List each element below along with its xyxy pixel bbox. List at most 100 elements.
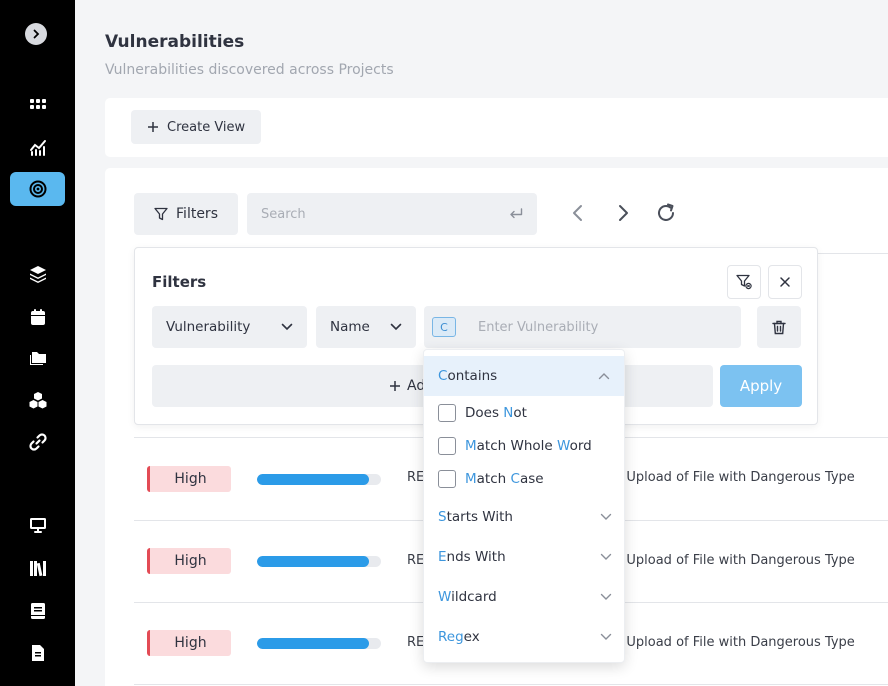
sidebar-item-vulnerabilities[interactable] <box>10 172 65 206</box>
label-text: nds With <box>446 549 506 565</box>
sidebar-item-integrations[interactable] <box>10 425 65 459</box>
checkbox-does-not[interactable]: Does Not <box>438 402 527 424</box>
checkbox[interactable] <box>438 437 456 455</box>
search-input[interactable] <box>261 206 509 222</box>
target-icon <box>29 180 46 198</box>
sidebar-item-library[interactable] <box>10 551 65 585</box>
match-option-label: Wildcard <box>438 589 497 605</box>
filters-button[interactable]: Filters <box>134 193 238 235</box>
label-rest: ontains <box>447 368 498 384</box>
filters-panel-title: Filters <box>152 273 207 291</box>
next-page-icon[interactable] <box>611 201 635 225</box>
sidebar-item-docs[interactable] <box>10 594 65 628</box>
label-highlight: Reg <box>438 629 464 645</box>
label-text: ase <box>519 471 544 487</box>
create-view-label: Create View <box>167 119 246 135</box>
label-text: ot <box>513 405 527 421</box>
match-type-dropdown: Contains Does Not Match Whole Word Match… <box>423 349 625 663</box>
close-filters-button[interactable] <box>768 265 802 299</box>
label-highlight: M <box>465 471 477 487</box>
project-name: RE <box>407 553 425 568</box>
expand-sidebar-icon[interactable] <box>25 23 47 45</box>
checkbox[interactable] <box>438 470 456 488</box>
clear-filters-button[interactable] <box>727 265 761 299</box>
severity-badge: High <box>147 548 231 574</box>
apply-button[interactable]: Apply <box>720 365 802 407</box>
label-text: atch Whole <box>476 438 558 454</box>
calendar-icon <box>30 309 45 325</box>
sidebar-item-components[interactable] <box>10 383 65 417</box>
filter-clear-icon <box>736 274 752 290</box>
label-text: tarts With <box>446 509 513 525</box>
folders-icon <box>29 352 46 365</box>
chart-icon <box>29 140 46 156</box>
link-icon <box>28 433 47 451</box>
chevron-up-icon <box>598 373 610 380</box>
previous-page-icon[interactable] <box>566 201 590 225</box>
match-option-label: Ends With <box>438 549 506 565</box>
chevron-down-icon <box>600 633 612 640</box>
sidebar-item-monitor[interactable] <box>10 508 65 542</box>
label-highlight: W <box>557 438 570 454</box>
chevron-down-icon <box>390 323 402 331</box>
sidebar-item-layers[interactable] <box>10 257 65 291</box>
vulnerability-title: ed Upload of File with Dangerous Type <box>606 470 855 485</box>
chevron-down-icon <box>600 553 612 560</box>
sidebar-item-analytics[interactable] <box>10 130 65 164</box>
risk-progress-fill <box>257 638 369 649</box>
chevron-down-icon <box>600 513 612 520</box>
match-option-label: Contains <box>438 368 497 384</box>
document-icon <box>31 645 44 661</box>
vulnerability-value-input[interactable] <box>478 319 698 335</box>
close-icon <box>780 277 790 287</box>
page-subtitle: Vulnerabilities discovered across Projec… <box>105 62 394 78</box>
risk-progress-fill <box>257 556 369 567</box>
field-select[interactable]: Vulnerability <box>152 306 307 348</box>
checkbox[interactable] <box>438 404 456 422</box>
match-option-ends-with[interactable]: Ends With <box>438 546 612 568</box>
sidebar-item-projects[interactable] <box>10 340 65 374</box>
refresh-icon[interactable] <box>654 201 678 225</box>
sidebar-item-dashboard[interactable] <box>10 87 65 121</box>
label-highlight: S <box>438 509 447 525</box>
label-highlight: E <box>438 549 447 565</box>
match-option-starts-with[interactable]: Starts With <box>438 506 612 528</box>
cubes-icon <box>29 392 46 409</box>
create-view-button[interactable]: Create View <box>131 110 262 144</box>
label-text: atch <box>476 471 511 487</box>
monitor-icon <box>29 518 46 533</box>
layers-icon <box>29 266 46 283</box>
match-option-contains[interactable]: Contains <box>424 356 624 396</box>
library-icon <box>29 561 46 577</box>
label-highlight: M <box>465 438 477 454</box>
match-option-regex[interactable]: Regex <box>438 626 612 648</box>
plus-icon <box>148 122 158 132</box>
risk-progress-fill <box>257 474 369 485</box>
row-divider <box>134 684 888 685</box>
sidebar-item-reports[interactable] <box>10 636 65 670</box>
sidebar-item-calendar[interactable] <box>10 300 65 334</box>
checkbox-label: Match Whole Word <box>465 438 592 454</box>
risk-progress-bar <box>257 638 381 649</box>
label-text: ildcard <box>451 589 497 605</box>
label-highlight: C <box>510 471 520 487</box>
checkbox-label: Match Case <box>465 471 544 487</box>
checkbox-match-whole-word[interactable]: Match Whole Word <box>438 435 592 457</box>
match-mode-toggle[interactable]: C <box>432 317 456 337</box>
checkbox-label: Does Not <box>465 405 527 421</box>
filter-icon <box>154 207 168 221</box>
trash-icon <box>772 320 786 334</box>
match-option-label: Regex <box>438 629 480 645</box>
filters-label: Filters <box>176 206 218 222</box>
attribute-select-value: Name <box>330 319 370 335</box>
match-option-wildcard[interactable]: Wildcard <box>438 586 612 608</box>
risk-progress-bar <box>257 556 381 567</box>
plus-icon <box>390 381 400 391</box>
delete-filter-button[interactable] <box>757 306 801 348</box>
enter-icon[interactable] <box>509 208 523 220</box>
views-bar: Create View <box>105 98 888 157</box>
checkbox-match-case[interactable]: Match Case <box>438 468 544 490</box>
field-select-value: Vulnerability <box>166 319 251 335</box>
chevron-down-icon <box>281 323 293 331</box>
attribute-select[interactable]: Name <box>316 306 416 348</box>
